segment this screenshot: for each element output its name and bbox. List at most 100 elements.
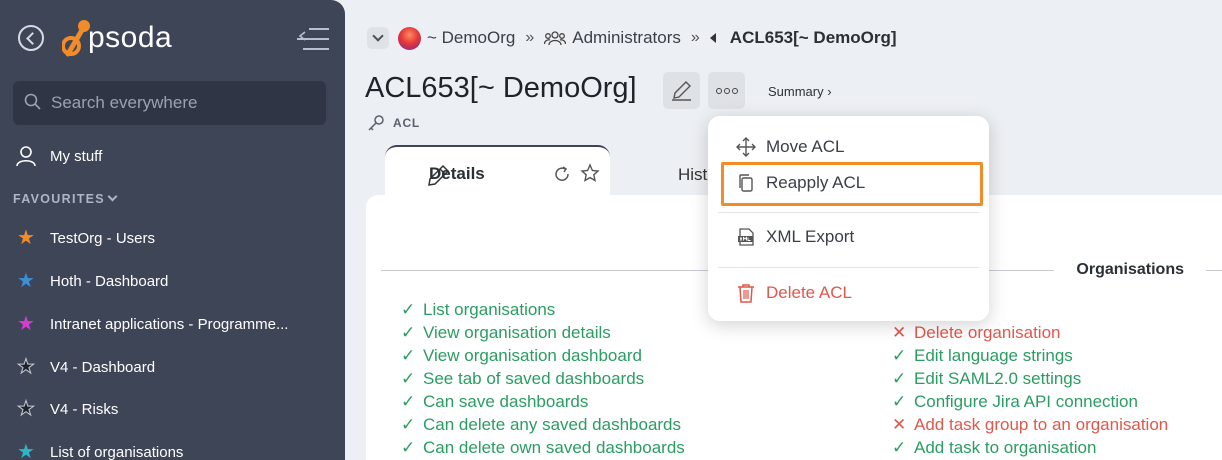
tab-history[interactable]: Hist <box>678 165 707 185</box>
sidebar-item-my-stuff[interactable]: My stuff <box>15 144 102 168</box>
user-icon <box>15 145 37 167</box>
caret-left-icon <box>709 33 716 43</box>
org-avatar <box>398 26 421 50</box>
more-dot-icon <box>715 87 722 94</box>
object-type-label: ACL <box>393 116 421 130</box>
menu-item-label: Reapply ACL <box>766 173 866 192</box>
favourite-label: Intranet applications - Programme... <box>50 315 289 333</box>
check-icon: ✓ <box>892 345 907 365</box>
favourite-item[interactable]: ★ List of organisations <box>15 440 183 460</box>
favourite-item[interactable]: ★ TestOrg - Users <box>15 226 155 250</box>
breadcrumb-org[interactable]: ~ DemoOrg <box>427 28 515 48</box>
search-icon <box>24 93 41 110</box>
favourite-label: TestOrg - Users <box>50 229 156 247</box>
summary-link[interactable]: Summary › <box>768 84 832 99</box>
tab-details-label: Details <box>429 164 485 183</box>
cross-icon: ✕ <box>892 414 907 434</box>
logo[interactable]: psoda <box>61 16 173 60</box>
object-type: ACL <box>367 114 420 132</box>
favourite-label: List of organisations <box>50 443 184 460</box>
permission-item: ✕ Delete organisation <box>892 322 1061 342</box>
star-icon: ★ <box>17 227 35 249</box>
cross-icon: ✕ <box>892 322 907 342</box>
permission-item: ✓ Can delete any saved dashboards <box>401 414 682 434</box>
favourite-item[interactable]: ★ Hoth - Dashboard <box>15 269 168 293</box>
tab-details[interactable]: Details <box>385 145 610 197</box>
check-icon: ✓ <box>401 391 416 411</box>
favourite-label: V4 - Risks <box>50 400 119 418</box>
back-icon[interactable] <box>18 25 44 51</box>
chevron-down-icon <box>107 191 118 202</box>
sidebar: psoda My stuff FAVOURITES ★ TestOrg - Us… <box>0 0 345 460</box>
more-dot-icon <box>731 87 738 94</box>
more-actions-button[interactable] <box>708 72 745 109</box>
favourite-item[interactable]: ★ V4 - Dashboard <box>15 355 156 379</box>
favourite-label: V4 - Dashboard <box>50 358 156 376</box>
permission-item: ✓ View organisation details <box>401 322 611 342</box>
breadcrumb-group[interactable]: Administrators <box>572 28 681 48</box>
star-icon: ★ <box>17 313 35 335</box>
menu-item-move-acl[interactable]: Move ACL <box>734 135 844 159</box>
permission-item: ✓ Edit SAML2.0 settings <box>892 368 1082 388</box>
permission-item: ✓ See tab of saved dashboards <box>401 368 645 388</box>
favourite-item[interactable]: ★ Intranet applications - Programme... <box>15 312 288 336</box>
favourites-header-label: FAVOURITES <box>13 192 105 206</box>
collapse-menu-icon[interactable] <box>297 28 329 50</box>
logo-text: psoda <box>88 21 173 54</box>
check-icon: ✓ <box>401 368 416 388</box>
breadcrumb-dropdown-icon[interactable] <box>367 27 389 49</box>
permission-item: ✓ Configure Jira API connection <box>892 391 1138 411</box>
search-input[interactable] <box>51 81 321 125</box>
menu-item-xml-export[interactable]: XML Export <box>734 225 854 249</box>
global-search[interactable] <box>13 81 326 125</box>
menu-item-label: Delete ACL <box>766 283 852 302</box>
permission-item: ✓ List organisations <box>401 299 556 319</box>
check-icon: ✓ <box>401 414 416 434</box>
menu-divider <box>718 267 979 268</box>
menu-divider <box>718 212 979 213</box>
menu-item-delete-acl[interactable]: Delete ACL <box>734 281 852 305</box>
logo-key-icon <box>61 16 92 60</box>
star-icon: ★ <box>17 270 35 292</box>
actions-dropdown: Move ACL Reapply ACL XML Export Delete A… <box>708 116 989 321</box>
star-icon: ★ <box>17 356 36 378</box>
move-icon <box>734 137 758 157</box>
check-icon: ✓ <box>892 391 907 411</box>
star-outline-icon[interactable] <box>580 163 600 183</box>
star-icon: ★ <box>17 398 36 420</box>
menu-item-reapply-acl[interactable]: Reapply ACL <box>734 171 865 195</box>
more-dot-icon <box>723 87 730 94</box>
permission-item: ✕ Add task group to an organisation <box>892 414 1169 434</box>
check-icon: ✓ <box>892 437 907 457</box>
breadcrumb-separator: » <box>690 29 700 46</box>
sidebar-item-label: My stuff <box>50 147 103 165</box>
permission-item: ✓ Can save dashboards <box>401 391 589 411</box>
check-icon: ✓ <box>401 322 416 342</box>
breadcrumb-current: ACL653[~ DemoOrg] <box>729 28 897 47</box>
breadcrumb-separator: » <box>525 29 535 46</box>
permission-item: ✓ Add task to organisation <box>892 437 1097 457</box>
page-title: ACL653[~ DemoOrg] <box>365 72 637 104</box>
favourite-label: Hoth - Dashboard <box>50 272 169 290</box>
favourite-item[interactable]: ★ V4 - Risks <box>15 397 119 421</box>
menu-item-label: XML Export <box>766 227 855 246</box>
permission-item: ✓ View organisation dashboard <box>401 345 642 365</box>
edit-button[interactable] <box>663 72 700 109</box>
copy-icon <box>734 173 758 193</box>
permissions-right: ✓anisation ✕Delete organisation ✓Edit la… <box>892 298 1168 459</box>
refresh-icon[interactable] <box>553 165 571 183</box>
star-icon: ★ <box>17 441 35 460</box>
group-icon <box>544 31 567 46</box>
menu-item-label: Move ACL <box>766 137 845 156</box>
key-icon <box>368 115 384 131</box>
check-icon: ✓ <box>401 437 416 457</box>
breadcrumb: ~ DemoOrg » Administrators » ACL653[~ De… <box>398 26 897 50</box>
xml-file-icon <box>734 227 758 247</box>
trash-icon <box>734 283 758 303</box>
permission-item: ✓ Can delete own saved dashboards <box>401 437 685 457</box>
permissions-left: ✓ List organisations ✓ View organisation d… <box>401 298 685 459</box>
permission-item: ✓ Edit language strings <box>892 345 1073 365</box>
check-icon: ✓ <box>892 368 907 388</box>
section-title: Organisations <box>1054 261 1206 279</box>
favourites-header[interactable]: FAVOURITES <box>13 191 118 206</box>
